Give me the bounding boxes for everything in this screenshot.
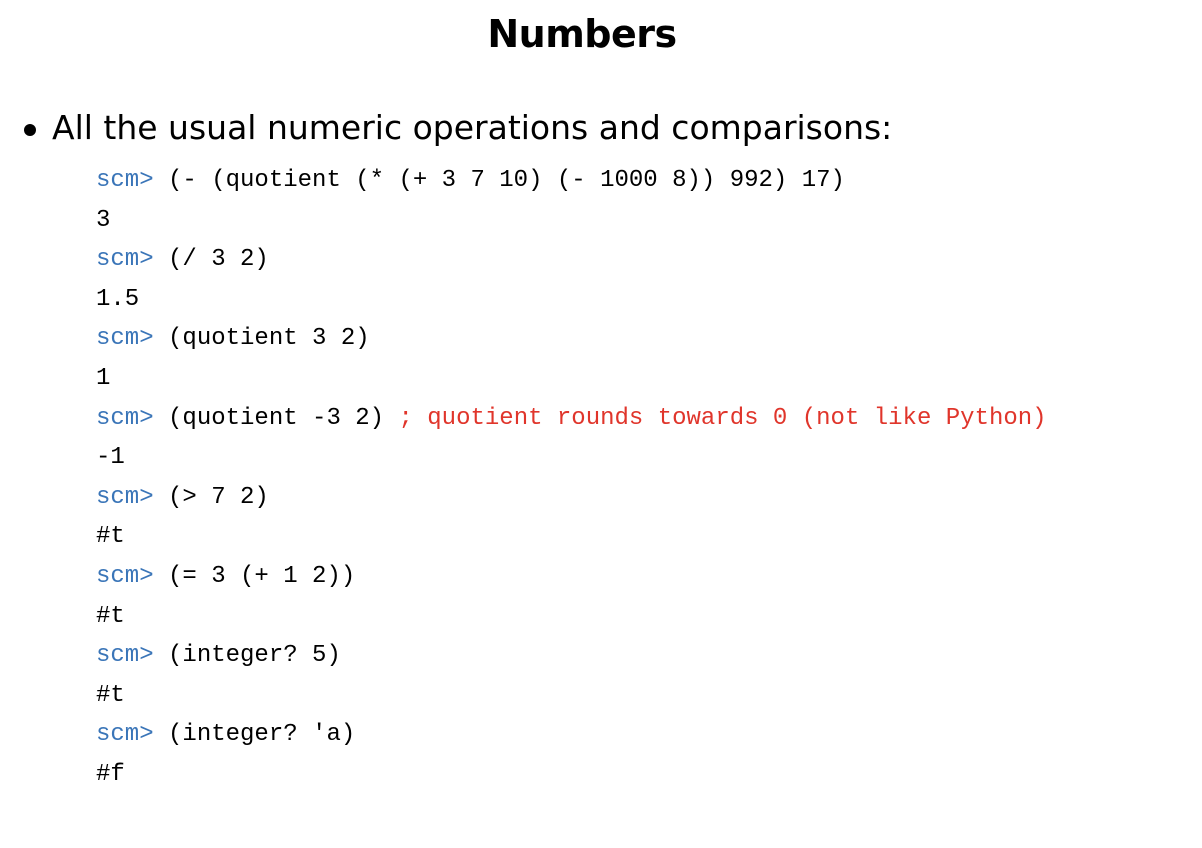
repl-input-line: scm> (/ 3 2) (96, 240, 1047, 280)
repl-output: 3 (96, 206, 111, 234)
repl-session: scm> (- (quotient (* (+ 3 7 10) (- 1000 … (96, 161, 1047, 795)
repl-prompt: scm> (96, 167, 154, 194)
repl-code: (integer? 'a) (168, 721, 356, 749)
repl-output-line: 1 (96, 359, 1047, 399)
repl-code: (quotient 3 2) (168, 325, 370, 353)
repl-output-line: #t (96, 676, 1047, 716)
repl-prompt: scm> (96, 246, 154, 274)
repl-output: #t (96, 523, 125, 551)
repl-input-line: scm> (quotient -3 2) ; quotient rounds t… (96, 399, 1047, 439)
repl-output: -1 (96, 444, 125, 472)
repl-code: (> 7 2) (168, 483, 269, 511)
repl-input-line: scm> (> 7 2) (96, 478, 1047, 518)
repl-code: (= 3 (+ 1 2)) (168, 562, 356, 590)
repl-output: #t (96, 602, 125, 630)
repl-code: (/ 3 2) (168, 246, 269, 274)
repl-output-line: #t (96, 517, 1047, 557)
repl-prompt: scm> (96, 404, 154, 432)
bullet-dot-icon (24, 124, 36, 136)
repl-prompt: scm> (96, 562, 154, 590)
repl-code: (integer? 5) (168, 642, 341, 670)
repl-output: 1.5 (96, 285, 140, 313)
repl-input-line: scm> (quotient 3 2) (96, 319, 1047, 359)
repl-input-line: scm> (= 3 (+ 1 2)) (96, 557, 1047, 597)
repl-prompt: scm> (96, 483, 154, 511)
repl-input-line: scm> (integer? 5) (96, 636, 1047, 676)
repl-comment: ; quotient rounds towards 0 (not like Py… (398, 404, 1047, 432)
repl-output: #t (96, 681, 125, 709)
repl-code: (- (quotient (* (+ 3 7 10) (- 1000 8)) 9… (168, 167, 845, 194)
repl-input-line: scm> (- (quotient (* (+ 3 7 10) (- 1000 … (96, 161, 1047, 201)
repl-prompt: scm> (96, 325, 154, 353)
repl-output: 1 (96, 364, 111, 392)
repl-output-line: 1.5 (96, 280, 1047, 320)
bullet-text: All the usual numeric operations and com… (52, 108, 893, 147)
repl-code: (quotient -3 2) (168, 404, 385, 432)
repl-output-line: 3 (96, 201, 1047, 241)
repl-output: #f (96, 760, 125, 788)
repl-output-line: #t (96, 597, 1047, 637)
bullet-point: All the usual numeric operations and com… (24, 104, 892, 152)
slide-title: Numbers (487, 12, 677, 56)
repl-input-line: scm> (integer? 'a) (96, 715, 1047, 755)
repl-prompt: scm> (96, 642, 154, 670)
repl-output-line: -1 (96, 438, 1047, 478)
repl-output-line: #f (96, 755, 1047, 795)
repl-prompt: scm> (96, 721, 154, 749)
